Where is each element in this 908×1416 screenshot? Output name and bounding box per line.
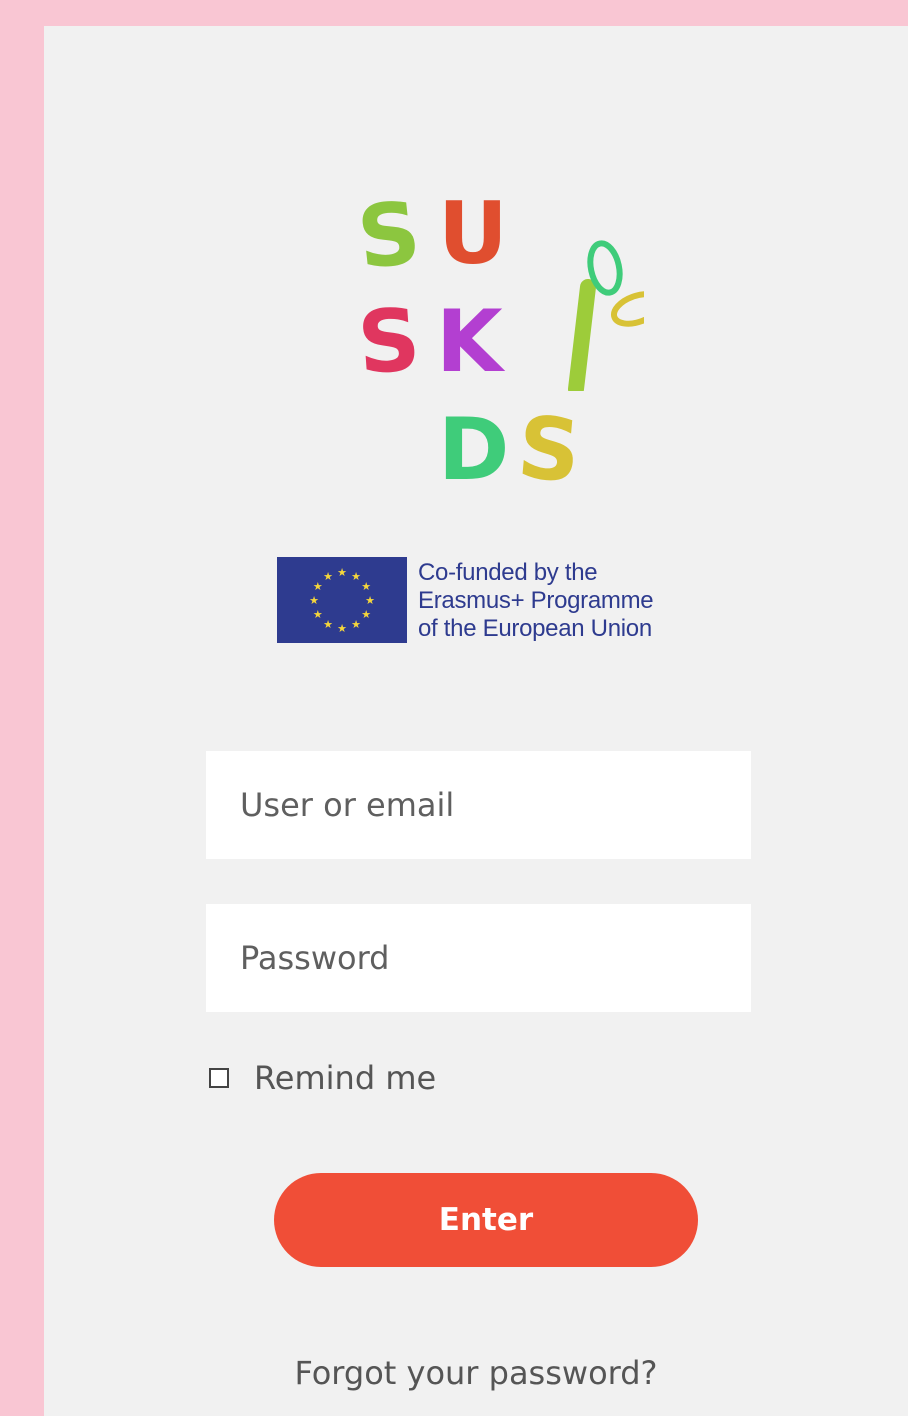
logo-letter-s: S [352, 183, 426, 289]
eu-cofunded-badge: ★ ★ ★ ★ ★ ★ ★ ★ ★ ★ ★ ★ Co-funded by the Erasmus+ P… [277, 557, 687, 645]
user-email-input[interactable] [206, 751, 751, 859]
eu-star-icon: ★ [337, 622, 347, 635]
eu-star-icon: ★ [323, 618, 333, 631]
password-input[interactable] [206, 904, 751, 1012]
sprout-icon [568, 240, 644, 391]
eu-star-icon: ★ [323, 570, 333, 583]
logo-letter-k: K [436, 292, 503, 392]
eu-star-icon: ★ [351, 570, 361, 583]
eu-star-icon: ★ [313, 608, 323, 621]
suskids-logo: S U S K I D S [352, 181, 644, 503]
forgot-password-link[interactable]: Forgot your password? [44, 1354, 908, 1392]
eu-star-icon: ★ [351, 618, 361, 631]
logo-letter-u: U [438, 184, 508, 284]
eu-cofunded-text: Co-funded by the Erasmus+ Programme of t… [418, 559, 654, 643]
eu-text-line: Erasmus+ Programme [418, 587, 654, 614]
remember-me-label: Remind me [254, 1059, 437, 1097]
eu-text-line: of the European Union [418, 615, 652, 642]
logo-letter-s: S [513, 397, 585, 503]
eu-flag-icon: ★ ★ ★ ★ ★ ★ ★ ★ ★ ★ ★ ★ [277, 557, 407, 643]
eu-text-line: Co-funded by the [418, 559, 598, 586]
eu-star-icon: ★ [337, 566, 347, 579]
eu-star-icon: ★ [309, 594, 319, 607]
eu-star-icon: ★ [361, 608, 371, 621]
logo-letter-s: S [354, 289, 424, 395]
remember-me-checkbox[interactable] [209, 1068, 229, 1088]
logo-letter-d: D [438, 400, 510, 500]
enter-button[interactable]: Enter [274, 1173, 698, 1267]
remember-me-row[interactable]: Remind me [209, 1056, 436, 1100]
login-panel: S U S K I D S ★★★★★★★★★★★★ Co-funded by … [44, 26, 908, 1416]
eu-star-icon: ★ [361, 580, 371, 593]
eu-star-icon: ★ [365, 594, 375, 607]
eu-star-icon: ★ [313, 580, 323, 593]
